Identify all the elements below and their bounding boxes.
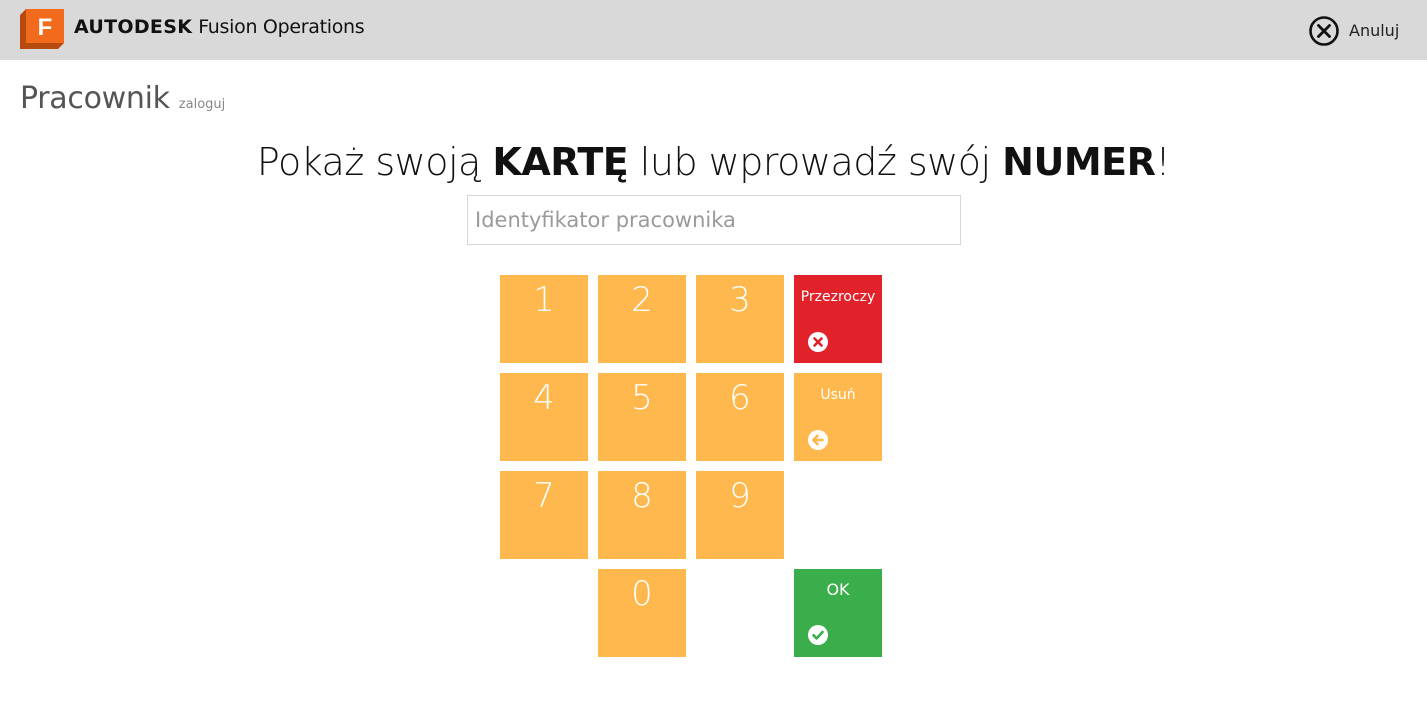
page-subtitle: zaloguj (178, 97, 226, 112)
key-digit: 3 (729, 280, 751, 320)
ok-button[interactable]: OK (794, 569, 882, 657)
heading-part-1: Pokaż swoją (256, 140, 493, 184)
key-digit: 0 (631, 574, 653, 614)
keypad-key-0[interactable]: 0 (598, 569, 686, 657)
employee-id-input[interactable] (467, 195, 961, 245)
delete-label: Usuń (820, 387, 856, 403)
brand-product: Fusion Operations (198, 16, 365, 38)
clear-button[interactable]: Przezroczy (794, 275, 882, 363)
page-title: Pracownik zaloguj (20, 81, 225, 116)
keypad-key-4[interactable]: 4 (500, 373, 588, 461)
key-digit: 2 (631, 280, 653, 320)
brand-name: AUTODESK Fusion Operations (74, 14, 365, 40)
logo-letter: F (38, 14, 53, 41)
heading-part-3: ! (1155, 140, 1171, 184)
key-digit: 9 (729, 476, 751, 516)
brand-autodesk: AUTODESK (74, 16, 193, 38)
page-title-text: Pracownik (20, 81, 170, 116)
heading-number-word: NUMER (1002, 140, 1156, 184)
delete-button[interactable]: Usuń (794, 373, 882, 461)
keypad-key-2[interactable]: 2 (598, 275, 686, 363)
cancel-label: Anuluj (1349, 20, 1400, 40)
key-digit: 4 (533, 378, 555, 418)
keypad-key-3[interactable]: 3 (696, 275, 784, 363)
key-digit: 6 (729, 378, 751, 418)
keypad-key-7[interactable]: 7 (500, 471, 588, 559)
key-digit: 5 (631, 378, 653, 418)
keypad-key-6[interactable]: 6 (696, 373, 784, 461)
heading-card-word: KARTĘ (492, 140, 629, 184)
keypad-key-9[interactable]: 9 (696, 471, 784, 559)
check-circle-icon (808, 625, 828, 645)
clear-label: Przezroczy (800, 289, 876, 305)
key-digit: 1 (533, 280, 555, 320)
instruction-heading: Pokaż swoją KARTĘ lub wprowadź swój NUME… (0, 140, 1427, 184)
fusion-logo-icon: F (20, 9, 64, 49)
keypad-key-8[interactable]: 8 (598, 471, 686, 559)
key-digit: 8 (631, 476, 653, 516)
top-bar: F AUTODESK Fusion Operations Anuluj (0, 0, 1427, 60)
heading-part-2: lub wprowadź swój (628, 140, 1003, 184)
keypad-key-1[interactable]: 1 (500, 275, 588, 363)
times-circle-icon (808, 332, 828, 352)
close-circle-icon (1309, 16, 1339, 46)
arrow-left-circle-icon (808, 430, 828, 450)
key-digit: 7 (533, 476, 555, 516)
cancel-button[interactable]: Anuluj (1308, 14, 1399, 48)
keypad-key-5[interactable]: 5 (598, 373, 686, 461)
ok-label: OK (826, 580, 850, 599)
